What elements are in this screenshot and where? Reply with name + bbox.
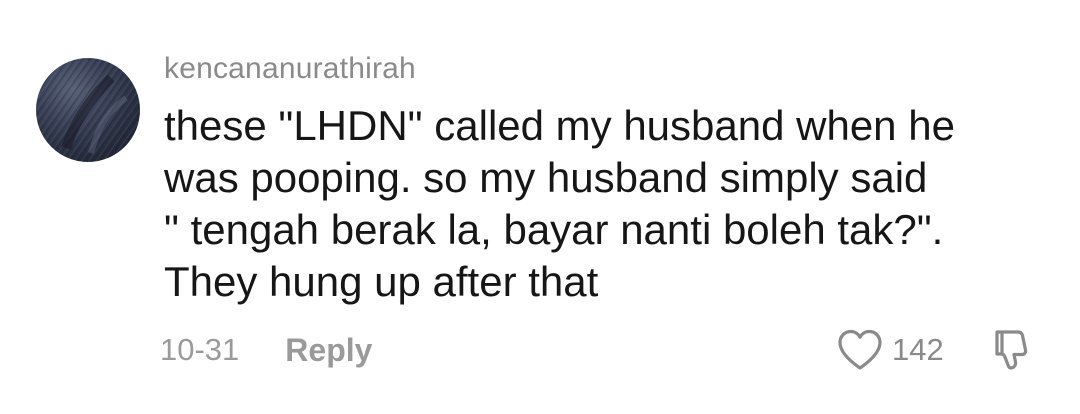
comment-actions: 142 <box>836 326 1034 374</box>
comment-meta: 10-31 Reply <box>160 328 372 372</box>
comment-text-line: They hung up after that <box>164 258 599 305</box>
avatar[interactable] <box>36 58 140 162</box>
comment-text-line: these "LHDN" called my husband when he <box>164 102 955 149</box>
like-count: 142 <box>892 332 944 367</box>
comment-text-line: was pooping. so my husband simply said <box>164 154 928 201</box>
comment-text: these "LHDN" called my husband when he w… <box>164 100 1064 308</box>
comment-item: kencananurathirah these "LHDN" called my… <box>0 0 1080 414</box>
avatar-image <box>36 58 140 162</box>
thumbs-down-icon[interactable] <box>990 328 1034 372</box>
username[interactable]: kencananurathirah <box>164 52 416 86</box>
reply-button[interactable]: Reply <box>285 332 372 369</box>
comment-text-line: " tengah berak la, bayar nanti boleh tak… <box>164 206 944 253</box>
heart-icon[interactable] <box>836 328 884 372</box>
comment-date: 10-31 <box>160 332 240 367</box>
